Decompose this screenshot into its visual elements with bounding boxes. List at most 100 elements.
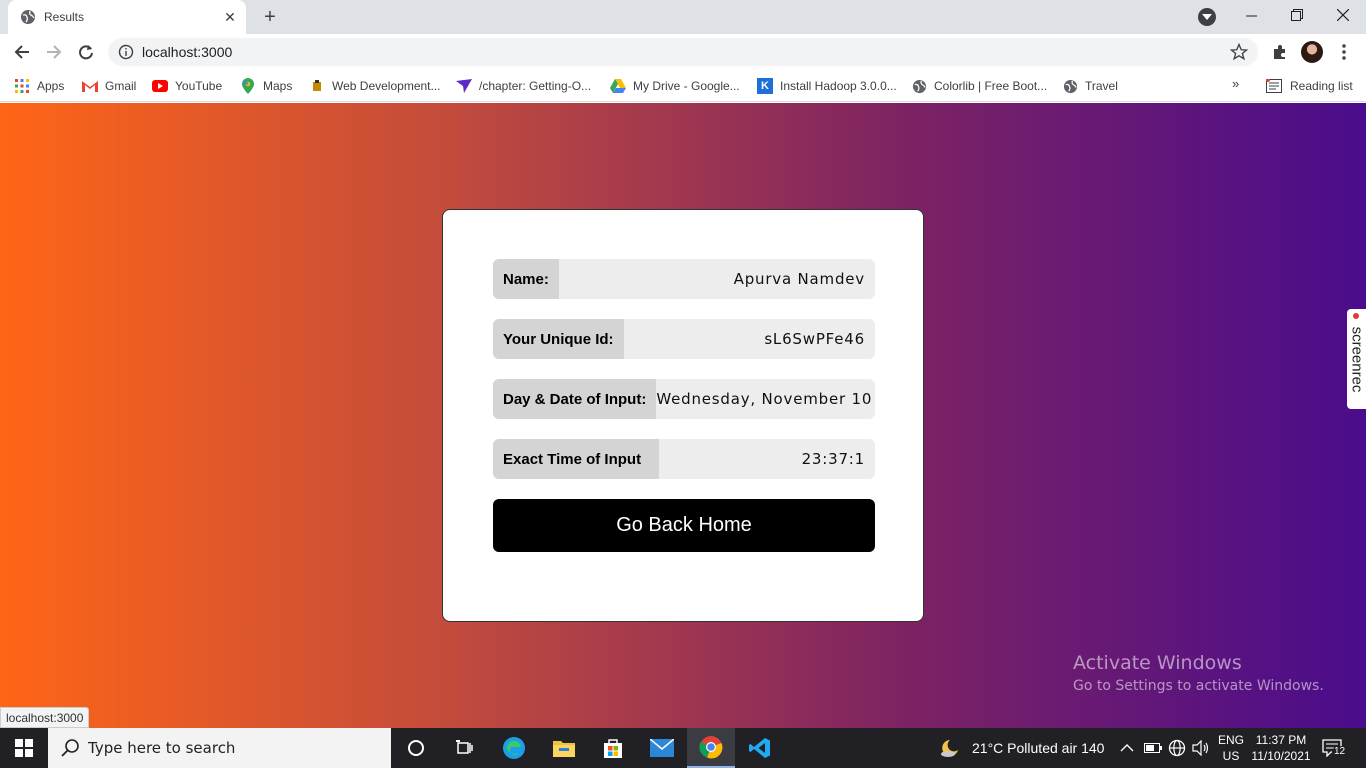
taskbar-search-box[interactable]: Type here to search bbox=[48, 728, 391, 768]
clock-time: 11:37 PM bbox=[1255, 733, 1307, 747]
weather-text: 21°C Polluted air 140 bbox=[972, 740, 1105, 756]
vscode-icon[interactable] bbox=[736, 728, 784, 768]
time-row: Exact Time of Input 23:37:1 bbox=[493, 439, 875, 479]
maps-icon bbox=[240, 78, 256, 94]
file-explorer-icon[interactable] bbox=[540, 728, 588, 768]
mail-icon[interactable] bbox=[638, 728, 686, 768]
notification-count: 12 bbox=[1332, 746, 1348, 757]
weather-widget[interactable]: 21°C Polluted air 140 bbox=[940, 728, 1104, 768]
go-back-home-button[interactable]: Go Back Home bbox=[493, 499, 875, 552]
language-indicator[interactable]: ENG US bbox=[1218, 732, 1244, 764]
chevron-up-icon bbox=[1120, 744, 1134, 752]
menu-icon[interactable] bbox=[1330, 38, 1358, 66]
reading-list-icon bbox=[1266, 79, 1282, 93]
bookmark-gmail[interactable]: Gmail bbox=[82, 76, 136, 96]
clock[interactable]: 11:37 PM 11/10/2021 bbox=[1248, 732, 1314, 764]
bookmark-web-development[interactable]: Web Development... bbox=[309, 76, 441, 96]
address-bar[interactable]: localhost:3000 bbox=[108, 38, 1258, 66]
volume-icon[interactable] bbox=[1192, 728, 1210, 768]
bookmarks-overflow-button[interactable]: » bbox=[1232, 76, 1239, 91]
bookmark-label: My Drive - Google... bbox=[633, 79, 740, 93]
activate-subtitle: Go to Settings to activate Windows. bbox=[1073, 678, 1324, 694]
name-label: Name: bbox=[493, 259, 559, 299]
date-row: Day & Date of Input: Wednesday, November… bbox=[493, 379, 875, 419]
globe-icon bbox=[20, 9, 36, 25]
edge-icon[interactable] bbox=[490, 728, 538, 768]
forward-button[interactable] bbox=[40, 38, 68, 66]
notification-center-button[interactable]: 12 bbox=[1322, 728, 1348, 768]
network-icon[interactable] bbox=[1168, 728, 1186, 768]
bookmark-apps[interactable]: Apps bbox=[14, 76, 64, 96]
close-window-button[interactable] bbox=[1320, 0, 1366, 30]
reading-list-label: Reading list bbox=[1290, 79, 1353, 93]
google-drive-icon bbox=[610, 78, 626, 94]
tab-title: Results bbox=[44, 10, 85, 24]
page-viewport: Name: Apurva Namdev Your Unique Id: sL6S… bbox=[0, 103, 1366, 728]
microsoft-store-icon[interactable] bbox=[589, 728, 637, 768]
bookmark-label: Web Development... bbox=[332, 79, 441, 93]
time-value: 23:37:1 bbox=[801, 450, 865, 468]
show-hidden-icons-button[interactable] bbox=[1120, 728, 1134, 768]
bookmark-install-hadoop[interactable]: K Install Hadoop 3.0.0... bbox=[757, 76, 897, 96]
time-label: Exact Time of Input bbox=[493, 439, 660, 479]
cortana-icon[interactable] bbox=[392, 728, 440, 768]
reading-list-button[interactable]: Reading list bbox=[1266, 76, 1353, 96]
date-value: Wednesday, November 10 bbox=[656, 390, 873, 408]
screenrec-widget[interactable]: screenrec bbox=[1347, 309, 1366, 409]
taskbar-search-placeholder: Type here to search bbox=[88, 739, 236, 757]
bookmark-label: Gmail bbox=[105, 79, 137, 93]
info-icon[interactable] bbox=[118, 44, 134, 60]
bookmark-label: Colorlib | Free Boot... bbox=[934, 79, 1048, 93]
globe-icon bbox=[1062, 78, 1078, 94]
extensions-icon[interactable] bbox=[1266, 38, 1294, 66]
activate-windows-watermark: Activate Windows Go to Settings to activ… bbox=[1073, 652, 1324, 694]
bookmark-my-drive[interactable]: My Drive - Google... bbox=[610, 76, 740, 96]
activate-title: Activate Windows bbox=[1073, 652, 1242, 674]
bookmark-label: YouTube bbox=[175, 79, 223, 93]
bookmarks-bar: Apps Gmail YouTube Maps Web Development.… bbox=[0, 70, 1366, 102]
unique-id-value: sL6SwPFe46 bbox=[764, 330, 865, 348]
profile-avatar[interactable] bbox=[1298, 38, 1326, 66]
bookmark-icon bbox=[309, 78, 325, 94]
windows-icon bbox=[15, 739, 33, 757]
apps-grid-icon bbox=[14, 78, 30, 94]
battery-icon[interactable] bbox=[1144, 728, 1162, 768]
bookmark-chapter[interactable]: /chapter: Getting-O... bbox=[456, 76, 591, 96]
youtube-icon bbox=[152, 78, 168, 94]
screenrec-label: screenrec bbox=[1348, 326, 1366, 392]
clock-date: 11/10/2021 bbox=[1251, 749, 1311, 763]
restore-button[interactable] bbox=[1274, 0, 1320, 30]
url-text: localhost:3000 bbox=[142, 44, 233, 60]
tab-strip: Results ✕ + bbox=[0, 0, 1366, 34]
start-button[interactable] bbox=[0, 728, 48, 768]
reload-button[interactable] bbox=[72, 38, 100, 66]
region-code: US bbox=[1222, 749, 1240, 763]
bookmark-label: Maps bbox=[263, 79, 293, 93]
bookmark-label: Install Hadoop 3.0.0... bbox=[780, 79, 897, 93]
unique-id-row: Your Unique Id: sL6SwPFe46 bbox=[493, 319, 875, 359]
close-tab-icon[interactable]: ✕ bbox=[220, 7, 240, 27]
gmail-icon bbox=[82, 78, 98, 94]
notification-icon: 12 bbox=[1322, 739, 1348, 757]
name-value: Apurva Namdev bbox=[733, 270, 865, 288]
chrome-taskbar-icon[interactable] bbox=[687, 728, 735, 768]
back-button[interactable] bbox=[8, 38, 36, 66]
tab-search-icon[interactable] bbox=[1198, 8, 1216, 26]
bookmark-colorlib[interactable]: Colorlib | Free Boot... bbox=[911, 76, 1047, 96]
new-tab-button[interactable]: + bbox=[258, 5, 282, 29]
language-code: ENG bbox=[1218, 733, 1245, 747]
globe-icon bbox=[911, 78, 927, 94]
task-view-icon[interactable] bbox=[440, 728, 488, 768]
bookmark-icon bbox=[456, 78, 472, 94]
bookmark-youtube[interactable]: YouTube bbox=[152, 76, 222, 96]
unique-id-label: Your Unique Id: bbox=[493, 319, 624, 359]
bookmark-star-icon[interactable] bbox=[1229, 42, 1249, 61]
minimize-button[interactable] bbox=[1228, 0, 1274, 30]
bookmark-label: Apps bbox=[37, 79, 65, 93]
taskbar: Type here to search 21°C Polluted air 14… bbox=[0, 728, 1366, 768]
tab-results[interactable]: Results ✕ bbox=[8, 0, 246, 34]
status-bar-url: localhost:3000 bbox=[0, 707, 90, 728]
bookmark-maps[interactable]: Maps bbox=[240, 76, 292, 96]
browser-toolbar: localhost:3000 bbox=[0, 34, 1366, 70]
bookmark-travel[interactable]: Travel bbox=[1062, 76, 1118, 96]
